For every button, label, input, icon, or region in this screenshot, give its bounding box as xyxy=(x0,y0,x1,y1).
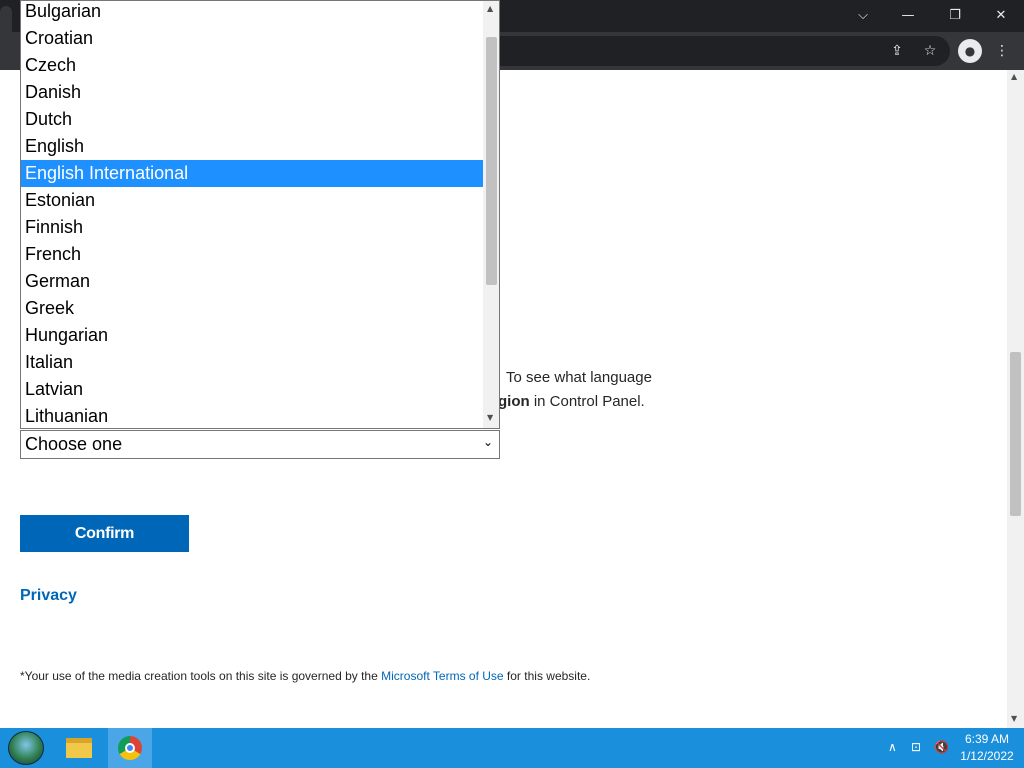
scroll-down-icon[interactable]: ▼ xyxy=(487,413,493,422)
file-explorer-icon[interactable] xyxy=(66,738,92,758)
privacy-link[interactable]: Privacy xyxy=(20,587,77,605)
show-hidden-icons-icon[interactable]: ∧ xyxy=(888,740,897,754)
terms-notice: *Your use of the media creation tools on… xyxy=(20,669,590,683)
minimize-button[interactable]: — xyxy=(885,0,931,30)
option-latvian[interactable]: Latvian xyxy=(21,376,483,403)
start-button[interactable] xyxy=(8,731,44,765)
option-estonian[interactable]: Estonian xyxy=(21,187,483,214)
system-clock[interactable]: 6:39 AM 1/12/2022 xyxy=(956,731,1018,765)
option-italian[interactable]: Italian xyxy=(21,349,483,376)
option-danish[interactable]: Danish xyxy=(21,79,483,106)
profile-icon[interactable]: ● xyxy=(958,39,982,63)
tab-search-button[interactable]: ⌵ xyxy=(840,0,886,30)
option-croatian[interactable]: Croatian xyxy=(21,25,483,52)
dropdown-scroll-thumb[interactable] xyxy=(486,37,497,285)
scroll-down-icon[interactable]: ▼ xyxy=(1011,714,1017,723)
dropdown-scrollbar[interactable]: ▲ ▼ xyxy=(483,1,499,428)
network-icon[interactable]: ⊡ xyxy=(911,740,921,754)
restore-icon: ❐ xyxy=(949,7,961,23)
option-greek[interactable]: Greek xyxy=(21,295,483,322)
description-bold-text: gion xyxy=(498,393,530,410)
scroll-up-icon[interactable]: ▲ xyxy=(487,4,493,13)
clock-time: 6:39 AM xyxy=(964,732,1010,746)
chrome-icon xyxy=(118,736,142,760)
chrome-taskbar-button[interactable] xyxy=(108,728,152,768)
description-text: in Control Panel. xyxy=(529,393,645,410)
browser-tab[interactable] xyxy=(0,6,12,32)
language-select[interactable]: Choose one ⌄ xyxy=(20,430,500,459)
page-scroll-thumb[interactable] xyxy=(1010,352,1021,516)
share-icon[interactable]: ⇪ xyxy=(886,40,908,62)
option-bulgarian[interactable]: Bulgarian xyxy=(21,1,483,25)
option-english[interactable]: English xyxy=(21,133,483,160)
clock-date: 1/12/2022 xyxy=(960,749,1014,763)
option-lithuanian[interactable]: Lithuanian xyxy=(21,403,483,428)
page-scrollbar[interactable]: ▲ ▼ xyxy=(1007,70,1024,728)
scroll-up-icon[interactable]: ▲ xyxy=(1011,72,1017,81)
minimize-icon: — xyxy=(901,7,915,23)
option-german[interactable]: German xyxy=(21,268,483,295)
select-value: Choose one xyxy=(25,434,123,454)
terms-prefix: *Your use of the media creation tools on… xyxy=(20,669,382,683)
language-dropdown-list[interactable]: Bulgarian Croatian Czech Danish Dutch En… xyxy=(20,0,500,429)
option-hungarian[interactable]: Hungarian xyxy=(21,322,483,349)
confirm-button[interactable]: Confirm xyxy=(20,515,189,552)
menu-icon[interactable]: ⋮ xyxy=(991,40,1013,62)
option-french[interactable]: French xyxy=(21,241,483,268)
option-english-international[interactable]: English International xyxy=(21,160,483,187)
option-czech[interactable]: Czech xyxy=(21,52,483,79)
volume-muted-icon[interactable]: 🔇 xyxy=(934,740,949,754)
close-icon: ✕ xyxy=(995,7,1007,23)
option-finnish[interactable]: Finnish xyxy=(21,214,483,241)
close-button[interactable]: ✕ xyxy=(978,0,1024,30)
option-dutch[interactable]: Dutch xyxy=(21,106,483,133)
restore-button[interactable]: ❐ xyxy=(932,0,978,30)
bookmark-star-icon[interactable]: ☆ xyxy=(919,40,941,62)
terms-suffix: for this website. xyxy=(503,669,591,683)
chevron-down-icon: ⌵ xyxy=(858,7,868,23)
address-bar[interactable] xyxy=(480,36,950,66)
terms-of-use-link[interactable]: Microsoft Terms of Use xyxy=(381,669,503,683)
taskbar: ∧ ⊡ 🔇 6:39 AM 1/12/2022 xyxy=(0,728,1024,768)
chevron-down-icon: ⌄ xyxy=(482,435,493,449)
